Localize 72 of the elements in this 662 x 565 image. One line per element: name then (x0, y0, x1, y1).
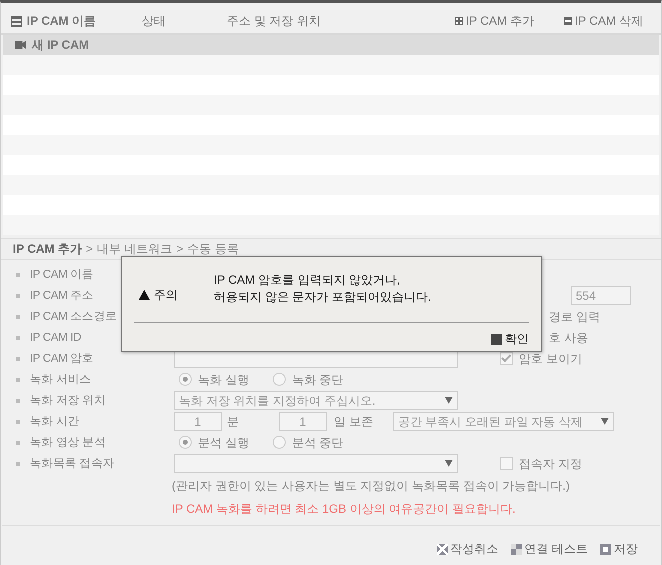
breadcrumb-item: IP CAM 추가 (13, 241, 82, 258)
bullet-icon (16, 356, 20, 360)
option-label: 경로 입력 (549, 308, 600, 326)
column-header[interactable]: IP CAM 이름 (27, 12, 96, 30)
select-dropdown[interactable]: 공간 부족시 오래된 파일 자동 삭제 (393, 412, 614, 431)
field-label: IP CAM 소스경로 (30, 310, 118, 323)
test-button[interactable]: 연결 테스트 (510, 540, 588, 558)
bullet-icon (16, 462, 20, 466)
bullet-icon (16, 378, 20, 382)
column-header[interactable]: 상태 (142, 12, 166, 30)
radio-label: 분석 중단 (292, 434, 344, 452)
radio-button[interactable] (179, 436, 192, 449)
field-label: IP CAM 주소 (30, 290, 94, 302)
unit-label: 분 (227, 414, 239, 430)
breadcrumb-item[interactable]: 내부 네트워크 (97, 240, 172, 258)
dialog-message: IP CAM 암호를 입력되지 않았거나, (214, 272, 402, 289)
field-label: IP CAM 이름 (30, 268, 94, 281)
warning-text: IP CAM 녹화를 하려면 최소 1GB 이상의 여유공간이 필요합니다. (172, 501, 517, 518)
port-field[interactable]: 554 (571, 286, 631, 305)
radio-button[interactable] (273, 373, 286, 386)
radio-button[interactable] (273, 436, 286, 449)
video-camera-icon (15, 41, 26, 49)
list-icon (11, 16, 22, 26)
plus-icon (455, 17, 463, 25)
checkbox-label: 접속자 지정 (519, 456, 582, 472)
field-label: 녹화 저장 위치 (30, 394, 106, 407)
days-field[interactable]: 1 (279, 412, 327, 431)
camera-row[interactable]: 새 IP CAM (3, 35, 659, 55)
dialog-message: 허용되지 않은 문자가 포함되어있습니다. (214, 289, 432, 306)
field-label: IP CAM ID (30, 332, 82, 344)
grid-icon (510, 544, 522, 554)
bullet-icon (16, 336, 20, 340)
checkbox-label: 암호 보이기 (519, 350, 582, 368)
save-button[interactable]: 저장 (600, 540, 638, 558)
bullet-icon (16, 272, 20, 276)
bullet-icon (16, 420, 20, 424)
checkbox[interactable] (500, 352, 513, 365)
caret-icon (445, 397, 453, 404)
breadcrumb-separator: > (176, 241, 184, 258)
column-header[interactable]: 주소 및 저장 위치 (227, 12, 322, 30)
select-dropdown[interactable] (174, 454, 458, 473)
field-label: IP CAM 암호 (30, 352, 94, 365)
radio-button[interactable] (179, 373, 192, 386)
caret-icon (445, 460, 453, 467)
field-label: 녹화 시간 (30, 416, 80, 428)
option-label: 호 사용 (549, 330, 588, 346)
field-label: 녹화 서비스 (30, 374, 92, 386)
radio-label: 녹화 중단 (292, 372, 344, 388)
radio-label: 분석 실행 (198, 434, 250, 452)
field-label: 녹화목록 접속자 (30, 458, 115, 470)
warning-icon (139, 290, 150, 300)
minus-icon (564, 17, 572, 25)
breadcrumb-item[interactable]: 수동 등록 (188, 240, 239, 258)
bullet-icon (16, 440, 20, 444)
cancel-button[interactable]: 작성취소 (436, 540, 499, 558)
bullet-icon (16, 294, 20, 298)
breadcrumb-separator: > (86, 241, 94, 258)
minutes-field[interactable]: 1 (174, 412, 222, 431)
dialog-title: 주의 (154, 287, 178, 304)
bullet-icon (16, 314, 20, 318)
ok-button[interactable]: 확인 (491, 330, 529, 348)
field-label: 녹화 영상 분석 (30, 436, 106, 449)
hint-text: (관리자 권한이 있는 사용자는 별도 지정없이 녹화목록 접속이 가능합니다.) (172, 478, 571, 495)
checkbox[interactable] (500, 457, 513, 470)
close-icon (436, 544, 448, 554)
radio-label: 녹화 실행 (198, 372, 250, 388)
add-camera-button[interactable]: IP CAM 추가 (455, 12, 564, 30)
delete-camera-button[interactable]: IP CAM 삭제 (564, 12, 649, 30)
select-dropdown[interactable]: 녹화 저장 위치를 지정하여 주십시오. (174, 391, 458, 410)
bullet-icon (16, 398, 20, 402)
caret-icon (601, 418, 610, 425)
unit-label: 일 보존 (334, 414, 374, 430)
